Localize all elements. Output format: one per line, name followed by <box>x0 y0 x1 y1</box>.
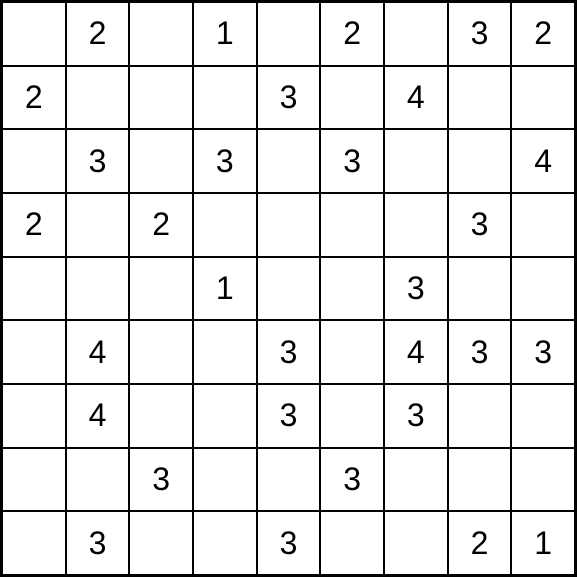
cell-6-4[interactable]: 3 <box>257 384 321 448</box>
cell-5-5[interactable] <box>320 320 384 384</box>
cell-5-6[interactable]: 4 <box>384 320 448 384</box>
cell-3-5[interactable] <box>320 193 384 257</box>
cell-7-8[interactable] <box>511 448 575 512</box>
cell-3-8[interactable] <box>511 193 575 257</box>
cell-8-0[interactable] <box>2 511 66 575</box>
cell-3-4[interactable] <box>257 193 321 257</box>
cell-0-2[interactable] <box>129 2 193 66</box>
cell-5-7[interactable]: 3 <box>448 320 512 384</box>
cell-5-1[interactable]: 4 <box>66 320 130 384</box>
cell-2-8[interactable]: 4 <box>511 129 575 193</box>
cell-2-0[interactable] <box>2 129 66 193</box>
cell-2-4[interactable] <box>257 129 321 193</box>
cell-5-4[interactable]: 3 <box>257 320 321 384</box>
cell-4-6[interactable]: 3 <box>384 257 448 321</box>
cell-0-7[interactable]: 3 <box>448 2 512 66</box>
cell-1-4[interactable]: 3 <box>257 66 321 130</box>
cell-7-1[interactable] <box>66 448 130 512</box>
cell-4-8[interactable] <box>511 257 575 321</box>
cell-4-4[interactable] <box>257 257 321 321</box>
cell-2-5[interactable]: 3 <box>320 129 384 193</box>
cell-8-1[interactable]: 3 <box>66 511 130 575</box>
cell-1-2[interactable] <box>129 66 193 130</box>
cell-4-3[interactable]: 1 <box>193 257 257 321</box>
cell-6-2[interactable] <box>129 384 193 448</box>
cell-7-4[interactable] <box>257 448 321 512</box>
cell-3-1[interactable] <box>66 193 130 257</box>
cell-6-7[interactable] <box>448 384 512 448</box>
cell-0-0[interactable] <box>2 2 66 66</box>
cell-1-7[interactable] <box>448 66 512 130</box>
cell-0-1[interactable]: 2 <box>66 2 130 66</box>
cell-1-1[interactable] <box>66 66 130 130</box>
cell-2-3[interactable]: 3 <box>193 129 257 193</box>
cell-0-3[interactable]: 1 <box>193 2 257 66</box>
cell-2-7[interactable] <box>448 129 512 193</box>
cell-6-6[interactable]: 3 <box>384 384 448 448</box>
cell-3-7[interactable]: 3 <box>448 193 512 257</box>
cell-3-3[interactable] <box>193 193 257 257</box>
cell-6-1[interactable]: 4 <box>66 384 130 448</box>
cell-8-3[interactable] <box>193 511 257 575</box>
cell-7-3[interactable] <box>193 448 257 512</box>
cell-3-2[interactable]: 2 <box>129 193 193 257</box>
cell-0-6[interactable] <box>384 2 448 66</box>
cell-7-0[interactable] <box>2 448 66 512</box>
cell-4-7[interactable] <box>448 257 512 321</box>
cell-8-4[interactable]: 3 <box>257 511 321 575</box>
cell-8-6[interactable] <box>384 511 448 575</box>
cell-4-2[interactable] <box>129 257 193 321</box>
cell-6-5[interactable] <box>320 384 384 448</box>
cell-7-6[interactable] <box>384 448 448 512</box>
cell-7-7[interactable] <box>448 448 512 512</box>
cell-1-5[interactable] <box>320 66 384 130</box>
cell-8-2[interactable] <box>129 511 193 575</box>
cell-6-3[interactable] <box>193 384 257 448</box>
cell-1-6[interactable]: 4 <box>384 66 448 130</box>
cell-0-8[interactable]: 2 <box>511 2 575 66</box>
cell-4-1[interactable] <box>66 257 130 321</box>
cell-8-7[interactable]: 2 <box>448 511 512 575</box>
cell-1-0[interactable]: 2 <box>2 66 66 130</box>
cell-8-8[interactable]: 1 <box>511 511 575 575</box>
cell-2-1[interactable]: 3 <box>66 129 130 193</box>
cell-5-3[interactable] <box>193 320 257 384</box>
cell-4-5[interactable] <box>320 257 384 321</box>
cell-4-0[interactable] <box>2 257 66 321</box>
cell-7-2[interactable]: 3 <box>129 448 193 512</box>
cell-5-0[interactable] <box>2 320 66 384</box>
cell-3-6[interactable] <box>384 193 448 257</box>
cell-3-0[interactable]: 2 <box>2 193 66 257</box>
cell-2-2[interactable] <box>129 129 193 193</box>
cell-6-8[interactable] <box>511 384 575 448</box>
cell-1-3[interactable] <box>193 66 257 130</box>
cell-5-8[interactable]: 3 <box>511 320 575 384</box>
puzzle-grid: 2 1 2 3 2 2 3 4 3 3 3 4 2 2 3 1 3 4 3 4 … <box>0 0 577 577</box>
cell-7-5[interactable]: 3 <box>320 448 384 512</box>
cell-8-5[interactable] <box>320 511 384 575</box>
cell-0-4[interactable] <box>257 2 321 66</box>
cell-6-0[interactable] <box>2 384 66 448</box>
cell-5-2[interactable] <box>129 320 193 384</box>
cell-0-5[interactable]: 2 <box>320 2 384 66</box>
cell-1-8[interactable] <box>511 66 575 130</box>
cell-2-6[interactable] <box>384 129 448 193</box>
